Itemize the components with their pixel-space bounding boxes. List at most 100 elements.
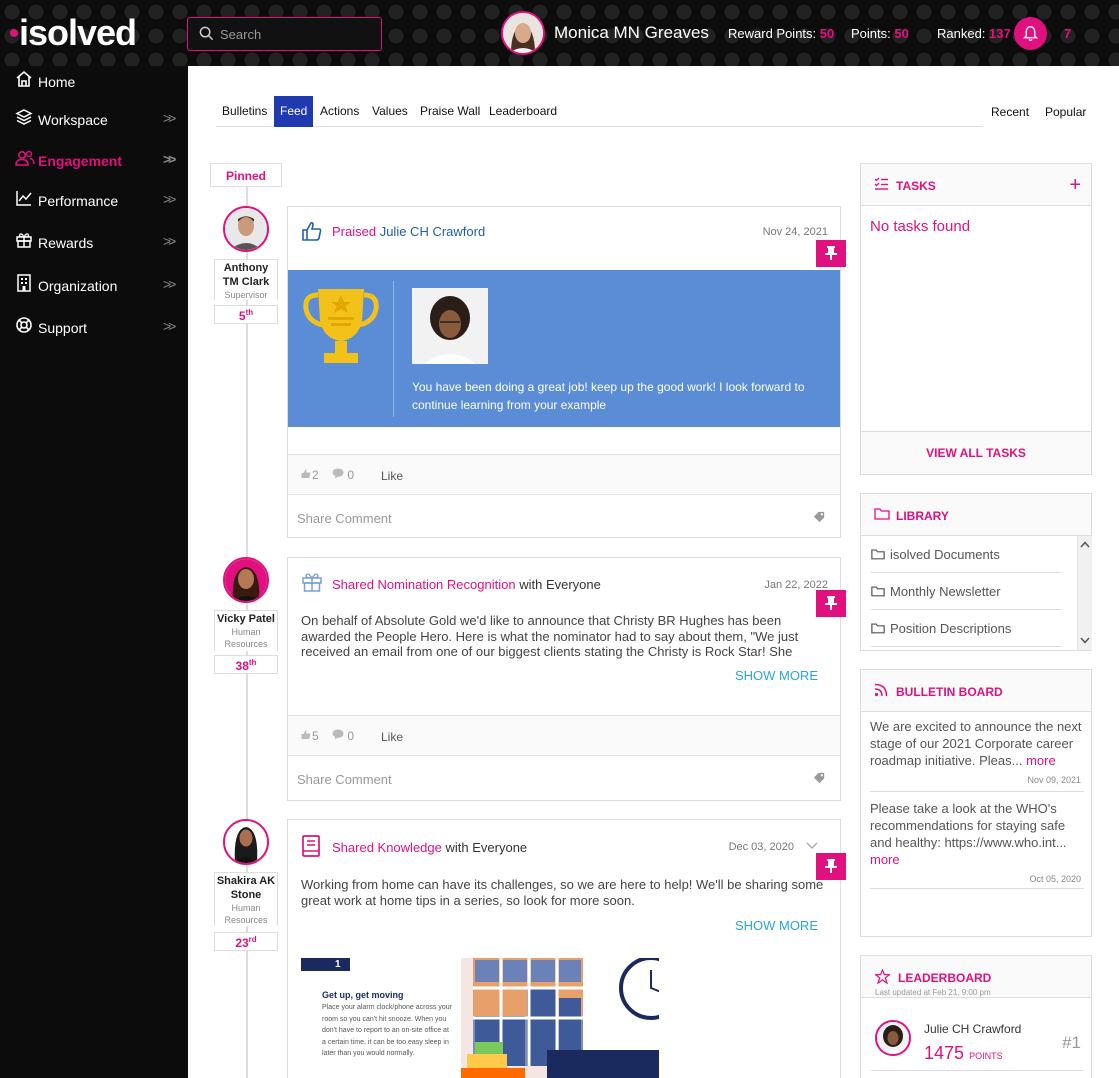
author-avatar[interactable] — [223, 206, 269, 252]
bulletin-item[interactable]: Please take a look at the WHO's recommen… — [870, 800, 1084, 868]
view-all-tasks-button[interactable]: VIEW ALL TASKS — [861, 431, 1091, 474]
nav-support[interactable]: Support >> — [0, 312, 188, 342]
pin-button[interactable] — [816, 853, 846, 880]
chevron-right-icon[interactable]: >> — [163, 191, 176, 207]
tab-values[interactable]: Values — [366, 96, 414, 127]
sort-popular[interactable]: Popular — [1045, 105, 1086, 119]
library-header: LIBRARY — [861, 494, 1091, 536]
bulletin-panel: BULLETIN BOARD We are excited to announc… — [860, 669, 1092, 937]
isolved-logo[interactable]: isolved — [10, 12, 137, 54]
nav-home[interactable]: Home — [0, 66, 188, 96]
nav-label: Performance — [38, 193, 119, 209]
share-comment-input[interactable]: Share Comment — [297, 772, 392, 787]
pin-button[interactable] — [816, 590, 846, 617]
tag-icon[interactable] — [813, 511, 826, 524]
praise-message: You have been doing a great job! keep up… — [412, 380, 805, 412]
chevron-right-icon[interactable]: >> — [163, 233, 176, 249]
nav-workspace[interactable]: Workspace >> — [0, 104, 188, 134]
post-target-link[interactable]: Julie CH Crawford — [380, 224, 485, 239]
author-name[interactable]: Vicky Patel — [217, 613, 275, 625]
tag-icon[interactable] — [813, 772, 826, 785]
nav-performance[interactable]: Performance >> — [0, 185, 188, 215]
author-name[interactable]: Anthony TM Clark — [223, 262, 269, 288]
tasks-empty: No tasks found — [870, 218, 971, 235]
post-actions-bar: 5 0 Like — [288, 715, 840, 755]
top-bar: isolved Monica MN Greaves Reward Points:… — [0, 0, 1119, 66]
author-name[interactable]: Shakira AK Stone — [217, 875, 275, 901]
notification-count: 7 — [1064, 26, 1072, 41]
trophy-icon — [303, 289, 379, 363]
app: isolved Monica MN Greaves Reward Points:… — [0, 0, 1119, 1078]
chevron-right-icon[interactable]: >> — [163, 276, 176, 292]
scroll-up-icon[interactable] — [1080, 541, 1090, 548]
library-item[interactable]: isolved Documents — [871, 536, 1061, 573]
leaderboard-header: LEADERBOARD Last updated at Feb 21, 9:00… — [861, 956, 1091, 998]
leader-rank: #1 — [1062, 1033, 1081, 1052]
user-name[interactable]: Monica MN Greaves — [554, 23, 709, 43]
share-comment-input[interactable]: Share Comment — [297, 511, 392, 526]
praise-banner: You have been doing a great job! keep up… — [288, 270, 840, 427]
nav-engagement[interactable]: Engagement >> — [0, 145, 188, 175]
lifebuoy-icon — [16, 317, 32, 333]
tab-feed[interactable]: Feed — [274, 96, 314, 127]
library-item[interactable]: Position Descriptions — [871, 610, 1061, 647]
reward-points-value: 50 — [819, 26, 835, 41]
search-input[interactable] — [220, 24, 370, 44]
scroll-down-icon[interactable] — [1080, 637, 1090, 644]
bulletin-title: BULLETIN BOARD — [896, 685, 1003, 699]
library-item[interactable]: Monthly Newsletter — [871, 573, 1061, 610]
like-button[interactable]: Like — [381, 469, 403, 483]
sort-recent[interactable]: Recent — [991, 105, 1029, 119]
chevron-down-icon[interactable] — [806, 842, 818, 850]
nav-organization[interactable]: Organization >> — [0, 270, 188, 300]
post-audience: Everyone — [472, 840, 528, 855]
share-comment-row[interactable]: Share Comment — [288, 755, 840, 800]
author-role: Human Resources — [224, 903, 268, 925]
tab-bulletins[interactable]: Bulletins — [216, 96, 273, 127]
nav-label: Engagement — [38, 153, 123, 169]
thumbs-up-icon — [301, 730, 311, 739]
like-count[interactable]: 5 — [300, 729, 319, 743]
author-role: Supervisor — [224, 290, 268, 300]
search-box[interactable] — [187, 17, 382, 51]
rss-icon — [874, 683, 888, 697]
folder-icon — [874, 508, 890, 520]
pin-button[interactable] — [816, 240, 846, 267]
post-action: Shared Nomination Recognition — [332, 577, 516, 592]
author-avatar[interactable] — [223, 557, 269, 603]
folder-icon — [871, 586, 885, 597]
bulletin-more-link[interactable]: more — [1026, 753, 1056, 768]
like-count[interactable]: 2 — [300, 468, 319, 482]
chevron-right-icon[interactable]: >> — [163, 318, 176, 334]
leaderboard-row[interactable]: Julie CH Crawford 1475 POINTS #1 — [871, 1009, 1083, 1071]
nav-rewards[interactable]: Rewards >> — [0, 227, 188, 257]
notifications-button[interactable] — [1014, 17, 1047, 50]
post-card-nomination: Shared Nomination Recognition with Every… — [287, 557, 841, 801]
post-header: Praised Julie CH Crawford — [332, 224, 485, 239]
leader-name: Julie CH Crawford — [924, 1022, 1022, 1036]
comment-count[interactable]: 0 — [332, 468, 354, 482]
pin-icon — [825, 859, 837, 873]
bell-icon — [1022, 26, 1039, 41]
author-avatar[interactable] — [223, 819, 269, 865]
show-more-link[interactable]: SHOW MORE — [735, 668, 818, 683]
bulletin-item[interactable]: We are excited to announce the next stag… — [870, 718, 1084, 769]
chevron-right-icon[interactable]: >> — [163, 110, 176, 126]
library-scrollbar[interactable] — [1077, 536, 1092, 650]
post-card-praise: Praised Julie CH Crawford Nov 24, 2021 Y… — [287, 206, 841, 538]
show-more-link[interactable]: SHOW MORE — [735, 918, 818, 933]
nav-label: Organization — [38, 278, 118, 294]
like-button[interactable]: Like — [381, 730, 403, 744]
comment-icon — [332, 729, 344, 740]
tab-leaderboard[interactable]: Leaderboard — [483, 96, 563, 127]
tab-praise-wall[interactable]: Praise Wall — [414, 96, 486, 127]
share-comment-row[interactable]: Share Comment — [288, 494, 840, 539]
tab-actions[interactable]: Actions — [314, 96, 365, 127]
user-avatar[interactable] — [501, 11, 545, 55]
bulletin-more-link[interactable]: more — [870, 852, 900, 867]
tip-number: 1 — [335, 959, 341, 970]
add-task-button[interactable]: + — [1069, 174, 1081, 197]
sidebar: Home Workspace >> Engagement >> Performa… — [0, 66, 188, 1078]
chevron-right-icon[interactable]: >> — [163, 151, 176, 167]
comment-count[interactable]: 0 — [332, 729, 354, 743]
